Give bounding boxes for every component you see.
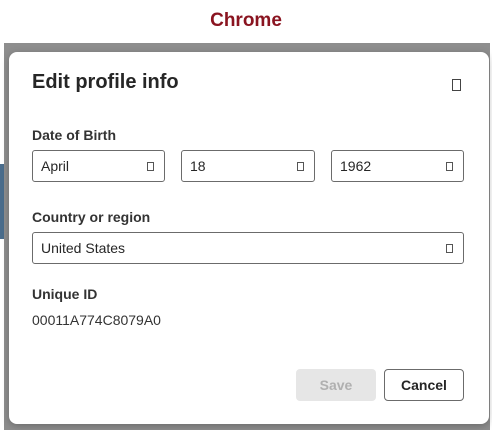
dob-year-value: 1962 — [340, 158, 372, 174]
dialog-title: Edit profile info — [32, 71, 179, 93]
chevron-down-icon — [446, 162, 453, 171]
country-value: United States — [41, 240, 126, 256]
cancel-button[interactable]: Cancel — [384, 369, 464, 401]
close-button[interactable] — [449, 76, 463, 92]
dob-month-select[interactable]: April — [32, 150, 165, 182]
chevron-down-icon — [446, 244, 453, 253]
unique-id-value: 00011A774C8079A0 — [32, 312, 161, 328]
country-select[interactable]: United States — [32, 232, 464, 264]
dob-day-select[interactable]: 18 — [181, 150, 315, 182]
country-label: Country or region — [32, 209, 151, 225]
dob-day-value: 18 — [190, 158, 206, 174]
dob-month-value: April — [41, 158, 70, 174]
backdrop-edge — [0, 164, 4, 239]
save-button[interactable]: Save — [296, 369, 376, 401]
browser-caption: Chrome — [210, 10, 282, 31]
dob-label: Date of Birth — [32, 127, 116, 143]
dob-year-select[interactable]: 1962 — [331, 150, 464, 182]
chevron-down-icon — [147, 162, 154, 171]
chevron-down-icon — [297, 162, 304, 171]
unique-id-label: Unique ID — [32, 286, 98, 302]
edit-profile-dialog: Edit profile info Date of Birth April 18… — [9, 52, 489, 424]
close-icon — [451, 78, 461, 91]
